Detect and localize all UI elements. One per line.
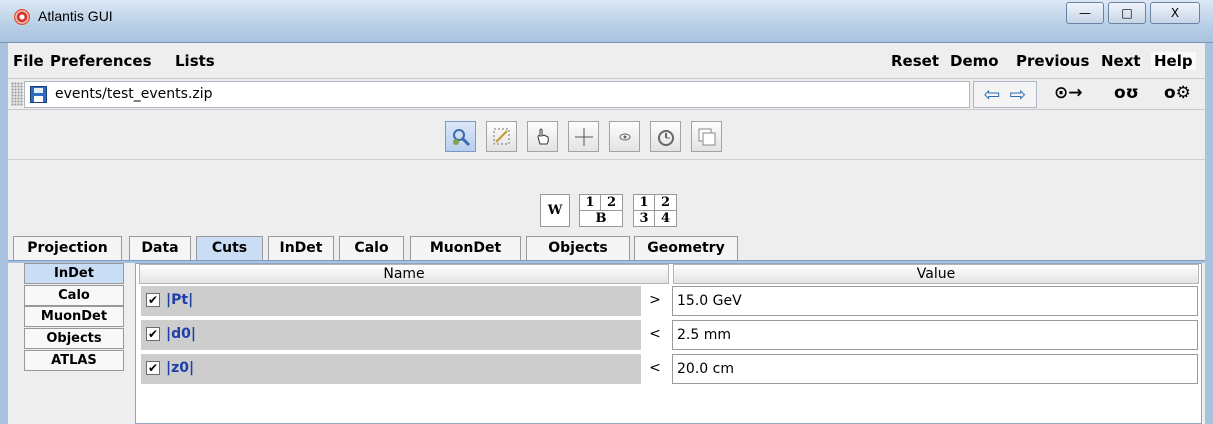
- fisheye-icon[interactable]: [609, 121, 640, 152]
- window-frame: File Preferences Lists Reset Demo Previo…: [0, 43, 1213, 424]
- menu-previous[interactable]: Previous: [1016, 52, 1089, 70]
- side-tab-atlas[interactable]: ATLAS: [24, 350, 124, 371]
- cuts-table: Name Value ✔ |Pt| > 15.0 GeV ✔ |d0| < 2.…: [135, 263, 1202, 424]
- layout-cell-4: 4: [655, 210, 676, 226]
- cut-value-field[interactable]: 15.0 GeV: [672, 286, 1198, 316]
- layout-cell-b: B: [580, 210, 622, 226]
- layout-cell-2: 2: [660, 195, 671, 210]
- cut-enabled-checkbox[interactable]: ✔: [146, 327, 160, 341]
- cuts-panel: InDet Calo MuonDet Objects ATLAS Name Va…: [11, 263, 1205, 424]
- pick-hand-icon[interactable]: [527, 121, 558, 152]
- menu-help[interactable]: Help: [1151, 52, 1196, 70]
- minimize-button[interactable]: —: [1066, 2, 1104, 24]
- tab-projection[interactable]: Projection: [13, 236, 122, 260]
- menubar: File Preferences Lists Reset Demo Previo…: [8, 48, 1205, 76]
- synch-cursors-icon[interactable]: [691, 121, 722, 152]
- menu-reset[interactable]: Reset: [891, 52, 939, 70]
- event-file-field[interactable]: events/test_events.zip: [24, 81, 970, 108]
- event-file-path: events/test_events.zip: [55, 86, 213, 102]
- menu-next[interactable]: Next: [1101, 52, 1141, 70]
- crosshair-icon[interactable]: [568, 121, 599, 152]
- next-event-arrow-icon[interactable]: ⇨: [1006, 84, 1030, 105]
- side-tab-calo[interactable]: Calo: [24, 285, 124, 306]
- atlantis-app-icon: [14, 9, 30, 25]
- cut-name-cell[interactable]: ✔ |z0|: [141, 354, 641, 384]
- window-layout-1-2-b-button[interactable]: 1 2 B: [579, 194, 623, 227]
- table-row: ✔ |z0| < 20.0 cm: [136, 352, 1201, 386]
- cut-operator[interactable]: <: [648, 360, 662, 376]
- tab-data[interactable]: Data: [129, 236, 191, 260]
- cut-operator[interactable]: >: [648, 292, 662, 308]
- zoom-rotate-icon[interactable]: [445, 121, 476, 152]
- cut-value-field[interactable]: 20.0 cm: [672, 354, 1198, 384]
- title-bar: Atlantis GUI — □ X: [0, 0, 1213, 43]
- tab-calo[interactable]: Calo: [339, 236, 404, 260]
- cut-value-field[interactable]: 2.5 mm: [672, 320, 1198, 350]
- interaction-toolbar: [8, 112, 1205, 160]
- cut-name: |z0|: [166, 360, 195, 376]
- window-w-button[interactable]: W: [540, 194, 570, 227]
- loop-events-icon[interactable]: oʊ: [1114, 83, 1139, 103]
- table-row: ✔ |Pt| > 15.0 GeV: [136, 284, 1201, 318]
- layout-cell-2: 2: [606, 195, 617, 210]
- layout-cell-1: 1: [580, 195, 601, 210]
- cut-enabled-checkbox[interactable]: ✔: [146, 361, 160, 375]
- clock-icon[interactable]: [650, 121, 681, 152]
- window-layout-1-2-3-4-button[interactable]: 1 2 3 4: [633, 194, 677, 227]
- tab-cuts[interactable]: Cuts: [196, 236, 263, 260]
- main-tab-bar: Projection Data Cuts InDet Calo MuonDet …: [8, 236, 1205, 263]
- tab-geometry[interactable]: Geometry: [634, 236, 738, 260]
- side-tab-muondet[interactable]: MuonDet: [24, 306, 124, 327]
- column-header-value[interactable]: Value: [673, 264, 1199, 284]
- window-title: Atlantis GUI: [38, 8, 113, 24]
- tab-objects[interactable]: Objects: [526, 236, 630, 260]
- side-tab-objects[interactable]: Objects: [24, 328, 124, 349]
- column-header-name[interactable]: Name: [139, 264, 669, 284]
- cut-enabled-checkbox[interactable]: ✔: [146, 293, 160, 307]
- close-button[interactable]: X: [1150, 2, 1200, 24]
- menu-demo[interactable]: Demo: [950, 52, 999, 70]
- menu-preferences[interactable]: Preferences: [50, 52, 152, 70]
- layout-cell-1: 1: [634, 195, 655, 210]
- previous-event-arrow-icon[interactable]: ⇦: [980, 84, 1004, 105]
- window-control-row: W 1 2 B 1 2 3 4: [8, 161, 1205, 236]
- tab-muondet[interactable]: MuonDet: [410, 236, 521, 260]
- cut-name-cell[interactable]: ✔ |Pt|: [141, 286, 641, 316]
- cut-name-cell[interactable]: ✔ |d0|: [141, 320, 641, 350]
- toolbar-grip[interactable]: [11, 82, 23, 106]
- window-content: File Preferences Lists Reset Demo Previo…: [8, 43, 1205, 424]
- maximize-button[interactable]: □: [1108, 2, 1146, 24]
- table-row: ✔ |d0| < 2.5 mm: [136, 318, 1201, 352]
- event-source-bar: events/test_events.zip ⇦ ⇨ ⊙→ oʊ o⚙: [8, 78, 1205, 110]
- event-advance-icon[interactable]: ⊙→: [1054, 83, 1083, 103]
- menu-lists[interactable]: Lists: [175, 52, 215, 70]
- cut-operator[interactable]: <: [648, 326, 662, 342]
- floppy-disk-icon[interactable]: [30, 86, 47, 103]
- rubberband-icon[interactable]: [486, 121, 517, 152]
- tab-indet[interactable]: InDet: [268, 236, 334, 260]
- event-settings-icon[interactable]: o⚙: [1164, 83, 1191, 103]
- side-tab-indet[interactable]: InDet: [24, 263, 124, 284]
- cut-name: |Pt|: [166, 292, 194, 308]
- layout-cell-3: 3: [634, 210, 655, 226]
- event-navigation: ⇦ ⇨: [973, 81, 1037, 108]
- menu-file[interactable]: File: [13, 52, 44, 70]
- cut-name: |d0|: [166, 326, 196, 342]
